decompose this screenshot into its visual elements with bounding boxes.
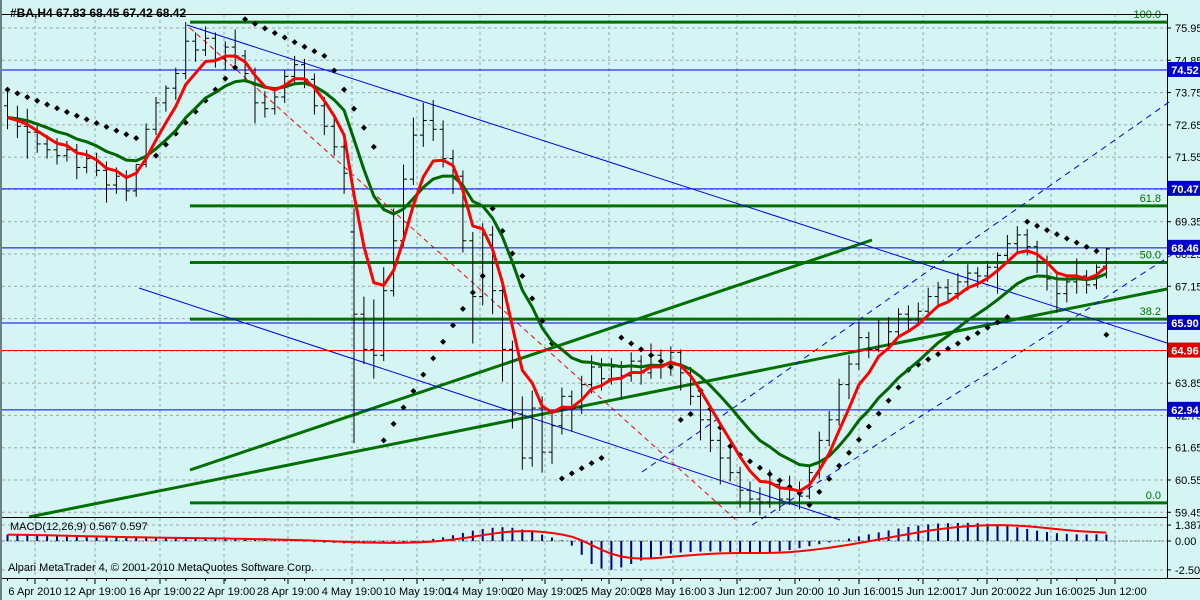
price-badge-value: 65.90: [1171, 318, 1199, 330]
price-axis-label: 61.65: [1175, 443, 1200, 455]
time-axis-label: 25 Jun 12:00: [1083, 586, 1147, 598]
price-badge-value: 68.46: [1171, 243, 1199, 255]
chart-canvas[interactable]: 100.061.850.038.20.075.9574.8573.7572.65…: [2, 0, 1200, 600]
price-badge-value: 70.47: [1171, 184, 1199, 196]
price-badge-value: 64.96: [1171, 346, 1199, 358]
time-axis-label: 15 Jun 12:00: [891, 586, 955, 598]
chart-window[interactable]: 100.0 61.8 50.0 38.2 0.0 75.95 74.85 73.75 72.65…: [0, 0, 1200, 600]
macd-indicator-label: MACD(12,26,9) 0.567 0.597: [10, 521, 148, 533]
price-axis-label: 75.95: [1175, 23, 1200, 35]
price-axis-label: 73.75: [1175, 88, 1200, 100]
price-axis-label: 72.65: [1175, 120, 1200, 132]
price-axis-label: 60.55: [1175, 475, 1200, 487]
copyright-text: Alpari MetaTrader 4, © 2001-2010 MetaQuo…: [8, 562, 315, 574]
time-axis-label: 25 May 20:00: [576, 586, 643, 598]
fib-level-label: 38.2: [1140, 306, 1161, 318]
price-axis-label: 67.15: [1175, 281, 1200, 293]
time-axis-label: 16 Apr 19:00: [129, 586, 191, 598]
macd-axis-label: -2.509: [1175, 565, 1200, 577]
time-axis-label: 22 Jun 16:00: [1019, 586, 1083, 598]
fib-level-label: 61.8: [1140, 193, 1161, 205]
price-badge-value: 74.52: [1171, 65, 1199, 77]
time-axis-label: 20 May 19:00: [512, 586, 579, 598]
time-axis-label: 14 May 19:00: [447, 586, 514, 598]
price-axis-label: 59.45: [1175, 507, 1200, 519]
time-axis-label: 6 Apr 2010: [8, 586, 61, 598]
time-axis-label: 28 Apr 19:00: [257, 586, 319, 598]
time-axis-label: 4 May 19:00: [322, 586, 383, 598]
price-axis-label: 69.35: [1175, 217, 1200, 229]
price-axis-label: 71.55: [1175, 152, 1200, 164]
fib-level-label: 0.0: [1146, 490, 1161, 502]
fib-level-label: 50.0: [1140, 250, 1161, 262]
time-axis-label: 3 Jun 12:00: [708, 586, 766, 598]
fib-level-label: 100.0: [1133, 9, 1161, 21]
time-axis-label: 22 Apr 19:00: [193, 586, 255, 598]
time-axis-label: 10 Jun 16:00: [827, 586, 891, 598]
macd-axis-label: 0.00: [1175, 536, 1196, 548]
macd-axis-label: 1.387: [1175, 520, 1200, 532]
time-axis-label: 28 May 16:00: [640, 586, 707, 598]
symbol-ohlc-title: #BA,H4 67.83 68.45 67.42 68.42: [10, 6, 187, 20]
price-axis-label: 63.85: [1175, 378, 1200, 390]
time-axis-label: 17 Jun 20:00: [955, 586, 1019, 598]
time-axis-label: 7 Jun 20:00: [766, 586, 824, 598]
time-axis-label: 10 May 19:00: [384, 586, 451, 598]
price-badge-value: 62.94: [1171, 405, 1199, 417]
time-axis-label: 12 Apr 19:00: [64, 586, 126, 598]
